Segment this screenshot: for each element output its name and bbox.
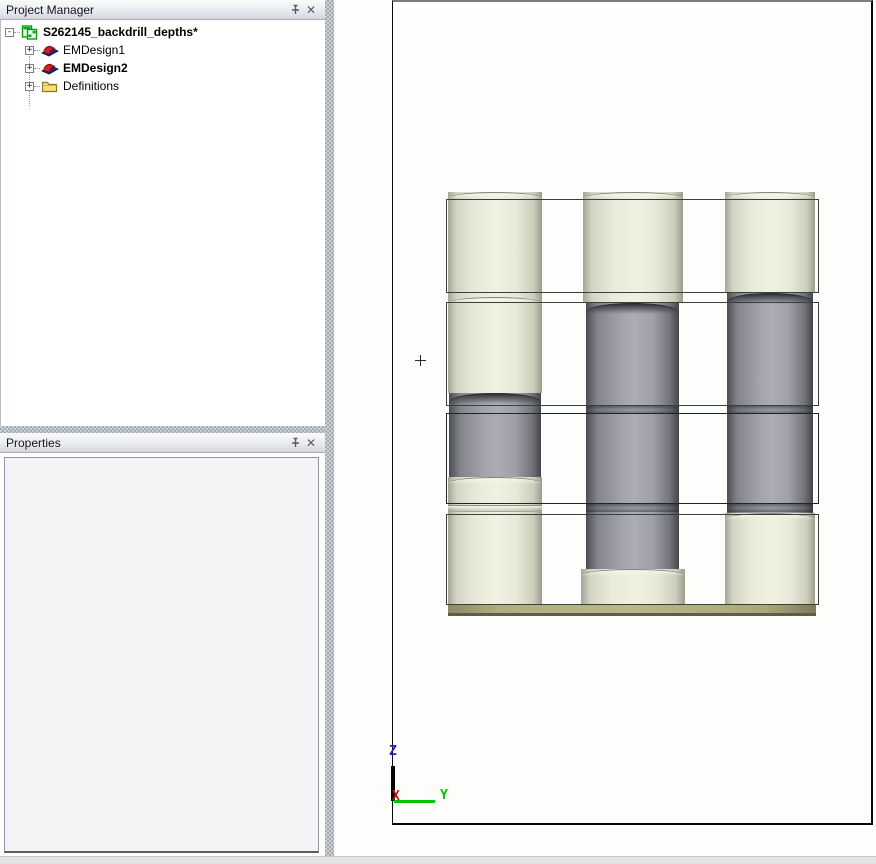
tree-item-emdesign1[interactable]: + EMDesign1: [25, 42, 127, 58]
properties-titlebar[interactable]: Properties ✕: [0, 433, 325, 453]
expand-box-icon[interactable]: +: [25, 82, 34, 91]
tree-connector: [34, 86, 40, 87]
tree-connector: [34, 50, 40, 51]
expand-box-icon[interactable]: +: [25, 46, 34, 55]
expand-box-icon[interactable]: +: [25, 64, 34, 73]
dock-splitter-strip[interactable]: [325, 0, 334, 856]
project-manager-titlebar[interactable]: Project Manager ✕: [0, 0, 325, 20]
emdesign-icon: [41, 61, 58, 75]
project-icon: [21, 25, 38, 39]
tree-item-label[interactable]: S262145_backdrill_depths*: [41, 25, 200, 39]
tree-connector: [34, 68, 40, 69]
pin-icon[interactable]: [287, 435, 303, 450]
properties-title: Properties: [6, 436, 287, 450]
modeler-viewport[interactable]: [392, 0, 873, 825]
emdesign-icon: [41, 43, 58, 57]
tree-item-s262145-backdrill-depths-[interactable]: - S262145_backdrill_depths*: [5, 24, 200, 40]
dock-gap: [0, 426, 325, 433]
folder-icon: [41, 79, 58, 93]
close-icon[interactable]: ✕: [303, 435, 319, 450]
project-tree[interactable]: - S262145_backdrill_depths* + EMDesign1 + EMD…: [0, 20, 325, 426]
tree-connector: [14, 32, 20, 33]
collapse-box-icon[interactable]: -: [5, 28, 14, 37]
project-manager-title: Project Manager: [6, 3, 287, 17]
status-strip: [0, 856, 876, 864]
tree-item-label[interactable]: EMDesign1: [61, 43, 127, 57]
properties-content-empty: [4, 457, 319, 853]
close-icon[interactable]: ✕: [303, 2, 319, 17]
tree-item-definitions[interactable]: + Definitions: [25, 78, 121, 94]
pin-icon[interactable]: [287, 2, 303, 17]
tree-item-label[interactable]: Definitions: [61, 79, 121, 93]
tree-item-emdesign2[interactable]: + EMDesign2: [25, 60, 130, 76]
tree-item-label[interactable]: EMDesign2: [61, 61, 130, 75]
